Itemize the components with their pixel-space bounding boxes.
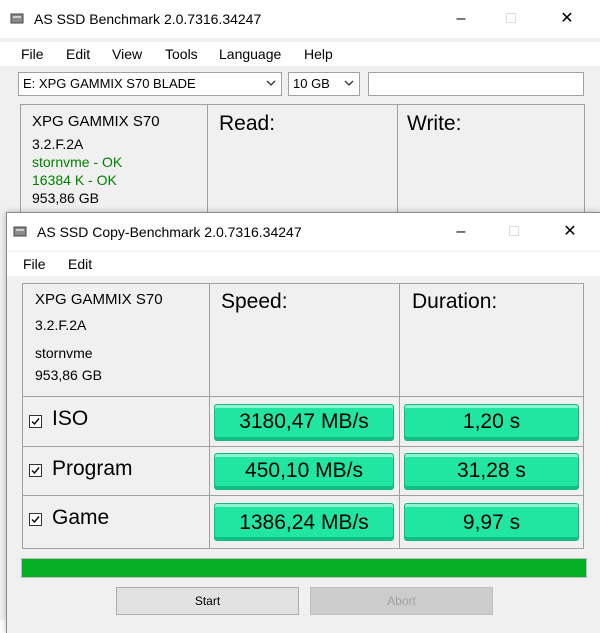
read-header-cell: Read: bbox=[207, 104, 398, 220]
abort-button[interactable]: Abort bbox=[310, 587, 493, 615]
drive-firmware: 3.2.F.2A bbox=[32, 136, 84, 152]
speed-header: Speed: bbox=[221, 290, 288, 313]
menu-edit[interactable]: Edit bbox=[68, 256, 92, 272]
menu-file[interactable]: File bbox=[23, 256, 46, 272]
drive-firmware: 3.2.F.2A bbox=[35, 317, 87, 333]
program-label: Program bbox=[52, 457, 133, 480]
speed-header-cell: Speed: bbox=[209, 283, 400, 397]
iso-label: ISO bbox=[52, 407, 89, 430]
program-duration-cell: 31,28 s bbox=[399, 446, 584, 496]
program-speed-value: 450,10 MB/s bbox=[214, 453, 394, 490]
game-speed-cell: 1386,24 MB/s bbox=[209, 495, 400, 549]
close-icon[interactable]: ✕ bbox=[544, 0, 590, 38]
copy-menu-bar: File Edit bbox=[7, 252, 600, 276]
main-drive-info-cell: XPG GAMMIX S70 3.2.F.2A stornvme - OK 16… bbox=[20, 104, 208, 220]
main-title-bar[interactable]: AS SSD Benchmark 2.0.7316.34247 – □ ✕ bbox=[0, 0, 600, 38]
progress-fill bbox=[22, 559, 586, 577]
copy-benchmark-window: AS SSD Copy-Benchmark 2.0.7316.34247 – □… bbox=[6, 212, 600, 633]
drive-model: XPG GAMMIX S70 bbox=[32, 113, 160, 130]
copy-title-bar[interactable]: AS SSD Copy-Benchmark 2.0.7316.34247 – □… bbox=[7, 213, 600, 251]
drive-model: XPG GAMMIX S70 bbox=[35, 291, 163, 308]
menu-view[interactable]: View bbox=[112, 46, 142, 62]
start-button[interactable]: Start bbox=[116, 587, 299, 615]
drive-capacity: 953,86 GB bbox=[32, 190, 99, 206]
read-header: Read: bbox=[219, 112, 276, 135]
check-icon bbox=[31, 516, 40, 524]
driver-status: stornvme - OK bbox=[32, 154, 123, 170]
drive-capacity: 953,86 GB bbox=[35, 367, 102, 383]
search-input[interactable] bbox=[368, 72, 584, 96]
iso-speed-cell: 3180,47 MB/s bbox=[209, 396, 400, 447]
minimize-icon[interactable]: – bbox=[438, 0, 484, 38]
menu-edit[interactable]: Edit bbox=[66, 46, 90, 62]
iso-duration-value: 1,20 s bbox=[404, 404, 579, 441]
main-window-title: AS SSD Benchmark 2.0.7316.34247 bbox=[34, 11, 262, 27]
iso-duration-cell: 1,20 s bbox=[399, 396, 584, 447]
main-menu-bar: File Edit View Tools Language Help bbox=[0, 42, 600, 66]
copy-drive-info-cell: XPG GAMMIX S70 3.2.F.2A stornvme 953,86 … bbox=[22, 283, 210, 397]
iso-checkbox[interactable] bbox=[29, 415, 42, 428]
test-row-iso[interactable]: ISO bbox=[22, 396, 210, 447]
size-select-value: 10 GB bbox=[293, 76, 330, 91]
check-icon bbox=[31, 467, 40, 475]
test-row-program[interactable]: Program bbox=[22, 446, 210, 496]
duration-header-cell: Duration: bbox=[399, 283, 584, 397]
menu-tools[interactable]: Tools bbox=[165, 46, 198, 62]
game-checkbox[interactable] bbox=[29, 513, 42, 526]
menu-language[interactable]: Language bbox=[219, 46, 281, 62]
program-duration-value: 31,28 s bbox=[404, 453, 579, 490]
progress-bar bbox=[21, 558, 587, 578]
close-icon[interactable]: ✕ bbox=[547, 213, 593, 251]
alignment-status: 16384 K - OK bbox=[32, 172, 117, 188]
drive-select[interactable]: E: XPG GAMMIX S70 BLADE bbox=[18, 72, 282, 96]
drive-icon bbox=[13, 226, 27, 237]
driver-name: stornvme bbox=[35, 345, 93, 361]
chevron-down-icon bbox=[266, 80, 276, 86]
game-duration-cell: 9,97 s bbox=[399, 495, 584, 549]
iso-speed-value: 3180,47 MB/s bbox=[214, 404, 394, 441]
drive-icon bbox=[10, 13, 24, 24]
write-header: Write: bbox=[407, 112, 462, 135]
chevron-down-icon bbox=[344, 80, 354, 86]
program-checkbox[interactable] bbox=[29, 464, 42, 477]
maximize-icon[interactable]: □ bbox=[488, 0, 534, 38]
game-label: Game bbox=[52, 506, 110, 529]
menu-help[interactable]: Help bbox=[304, 46, 333, 62]
drive-select-value: E: XPG GAMMIX S70 BLADE bbox=[23, 76, 196, 91]
copy-window-title: AS SSD Copy-Benchmark 2.0.7316.34247 bbox=[37, 224, 302, 240]
menu-file[interactable]: File bbox=[21, 46, 44, 62]
write-header-cell: Write: bbox=[397, 104, 585, 220]
test-row-game[interactable]: Game bbox=[22, 495, 210, 549]
game-duration-value: 9,97 s bbox=[404, 503, 579, 541]
maximize-icon[interactable]: □ bbox=[491, 213, 537, 251]
game-speed-value: 1386,24 MB/s bbox=[214, 503, 394, 541]
minimize-icon[interactable]: – bbox=[438, 213, 484, 251]
size-select[interactable]: 10 GB bbox=[288, 72, 360, 96]
duration-header: Duration: bbox=[412, 290, 498, 313]
program-speed-cell: 450,10 MB/s bbox=[209, 446, 400, 496]
check-icon bbox=[31, 418, 40, 426]
